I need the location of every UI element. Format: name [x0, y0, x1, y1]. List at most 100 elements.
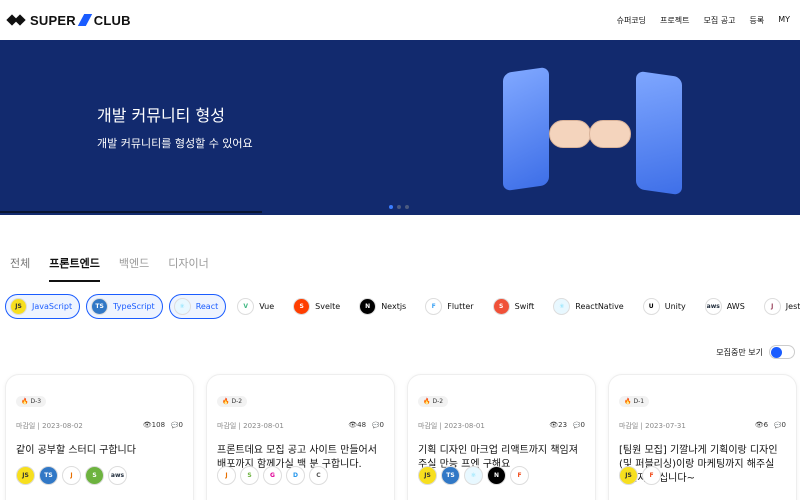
stack-chip-label: Swift	[514, 302, 535, 311]
nav-my[interactable]: MY	[778, 15, 790, 26]
tab-frontend[interactable]: 프론트엔드	[49, 255, 100, 282]
eye-icon: 👁	[348, 421, 358, 429]
vue-icon: V	[237, 298, 255, 315]
card-meta: 마감일 | 2023-08-01 👁23 💬0	[418, 421, 585, 431]
hero-banner[interactable]: 개발 커뮤니티 형성 개발 커뮤니티를 형성할 수 있어요	[0, 40, 800, 215]
comments-group: 💬0	[372, 421, 384, 431]
stack-chip-vue[interactable]: V Vue	[232, 294, 282, 319]
stack-chip-label: ReactNative	[575, 302, 624, 311]
react-icon: ⚛	[464, 466, 483, 485]
fire-icon: 🔥	[21, 398, 29, 405]
card-stats: 👁48 💬0	[348, 421, 384, 431]
tab-backend[interactable]: 백엔드	[119, 255, 149, 282]
java-icon: J	[217, 466, 236, 485]
post-card[interactable]: 🔥 D-2 마감일 | 2023-08-01 👁23 💬0 기획 디자인 마크업 리액트까…	[407, 374, 596, 500]
stack-chip-label: Flutter	[447, 302, 474, 311]
dday-badge: 🔥 D-2	[418, 396, 449, 407]
deadline-text: 마감일 | 2023-08-01	[217, 422, 284, 430]
phone-right-image	[636, 70, 682, 196]
tab-all[interactable]: 전체	[10, 255, 30, 282]
post-card[interactable]: 🔥 D-2 마감일 | 2023-08-01 👁48 💬0 프론트데요 모집 공고 사이트…	[206, 374, 395, 500]
java-icon: J	[62, 466, 81, 485]
nav-recruit[interactable]: 모집 공고	[703, 15, 735, 26]
stack-chip-react[interactable]: ⚛ React	[168, 294, 227, 319]
eye-icon: 👁	[142, 421, 152, 429]
logo-text-right: CLUB	[93, 12, 131, 28]
post-card[interactable]: 🔥 D-1 마감일 | 2023-07-31 👁6 💬0 [팀원 모집] 기깔나게 기획이…	[608, 374, 797, 500]
docker-icon: D	[286, 466, 305, 485]
carousel-dot[interactable]	[389, 205, 393, 209]
card-stats: 👁6 💬0	[755, 421, 786, 431]
stack-chip-label: JavaScript	[32, 302, 73, 311]
dday-text: D-2	[432, 398, 444, 405]
views-group: 👁23	[549, 421, 567, 431]
logo-text-left: SUPER	[30, 12, 76, 28]
stack-chip-reactnative[interactable]: ⚛ ReactNative	[548, 294, 631, 319]
spring-icon: S	[85, 466, 104, 485]
svelte-icon: S	[293, 298, 311, 315]
comment-count: 0	[178, 421, 183, 429]
comment-icon: 💬	[573, 422, 581, 429]
dday-text: D-1	[633, 398, 645, 405]
comment-count: 0	[580, 421, 585, 429]
fist-left-image	[549, 120, 591, 148]
hero-title: 개발 커뮤니티 형성	[97, 106, 225, 125]
stack-chip-label: Jest	[785, 302, 800, 311]
javascript-icon: JS	[10, 298, 27, 315]
stack-chip-swift[interactable]: S Swift	[488, 294, 543, 319]
unity-icon: U	[642, 298, 660, 315]
card-stack-icons: JSGDC	[217, 466, 328, 485]
typescript-icon: TS	[91, 298, 109, 315]
card-stats: 👁23 💬0	[549, 421, 585, 431]
deadline-text: 마감일 | 2023-08-01	[418, 422, 485, 430]
view-count: 23	[558, 421, 568, 429]
carousel-dot[interactable]	[405, 205, 409, 209]
figma-icon: F	[642, 466, 661, 485]
comments-group: 💬0	[774, 421, 786, 431]
stack-chip-flutter[interactable]: F Flutter	[420, 294, 481, 319]
stack-chip-jest[interactable]: J Jest	[759, 294, 800, 319]
nav-supercoding[interactable]: 슈퍼코딩	[617, 15, 646, 26]
stack-chip-label: TypeScript	[113, 302, 155, 311]
eye-icon: 👁	[549, 421, 559, 429]
card-stack-icons: JS TS ⚛ N F	[418, 466, 529, 485]
card-meta: 마감일 | 2023-08-01 👁48 💬0	[217, 421, 384, 431]
stack-chip-aws[interactable]: aws AWS	[700, 294, 753, 319]
tab-designer[interactable]: 디자이너	[168, 255, 208, 282]
stack-chip-nextjs[interactable]: N Nextjs	[354, 294, 414, 319]
nav-register[interactable]: 등록	[749, 15, 764, 26]
comment-count: 0	[781, 421, 786, 429]
stack-chip-typescript[interactable]: TS TypeScript	[86, 294, 163, 319]
view-count: 6	[763, 421, 769, 429]
comment-icon: 💬	[372, 422, 380, 429]
dday-text: D-3	[30, 398, 42, 405]
post-card[interactable]: 🔥 D-3 마감일 | 2023-08-02 👁108 💬0 같이 공부할 스터디 구합니…	[5, 374, 194, 500]
views-group: 👁6	[755, 421, 768, 431]
views-group: 👁48	[348, 421, 366, 431]
view-count: 48	[357, 421, 367, 429]
category-tabs: 전체 프론트엔드 백엔드 디자이너	[10, 255, 209, 282]
logo[interactable]: SUPER CLUB	[8, 13, 131, 28]
stack-chip-unity[interactable]: U Unity	[638, 294, 694, 319]
main-nav: 슈퍼코딩 프로젝트 모집 공고 등록 MY	[617, 15, 790, 26]
phone-left-image	[503, 66, 549, 192]
stack-chip-javascript[interactable]: JS JavaScript	[5, 294, 81, 319]
logo-slash-icon	[77, 14, 92, 26]
dday-text: D-2	[231, 398, 243, 405]
card-title: 같이 공부할 스터디 구합니다	[16, 445, 136, 456]
recruiting-only-switch[interactable]	[769, 345, 795, 359]
javascript-icon: JS	[16, 466, 35, 485]
deadline-text: 마감일 | 2023-08-02	[16, 422, 83, 430]
spring-icon: S	[240, 466, 259, 485]
stack-chip-svelte[interactable]: S Svelte	[288, 294, 348, 319]
stack-chip-label: Unity	[664, 302, 686, 311]
hero-subtitle: 개발 커뮤니티를 형성할 수 있어요	[97, 137, 253, 150]
swift-icon: S	[492, 298, 510, 315]
carousel-dot[interactable]	[397, 205, 401, 209]
stack-chip-label: Svelte	[315, 302, 341, 311]
card-meta: 마감일 | 2023-07-31 👁6 💬0	[619, 421, 786, 431]
nav-project[interactable]: 프로젝트	[660, 15, 689, 26]
post-card-list: 🔥 D-3 마감일 | 2023-08-02 👁108 💬0 같이 공부할 스터디 구합니…	[5, 374, 797, 500]
card-stats: 👁108 💬0	[143, 421, 183, 431]
comment-count: 0	[379, 421, 384, 429]
